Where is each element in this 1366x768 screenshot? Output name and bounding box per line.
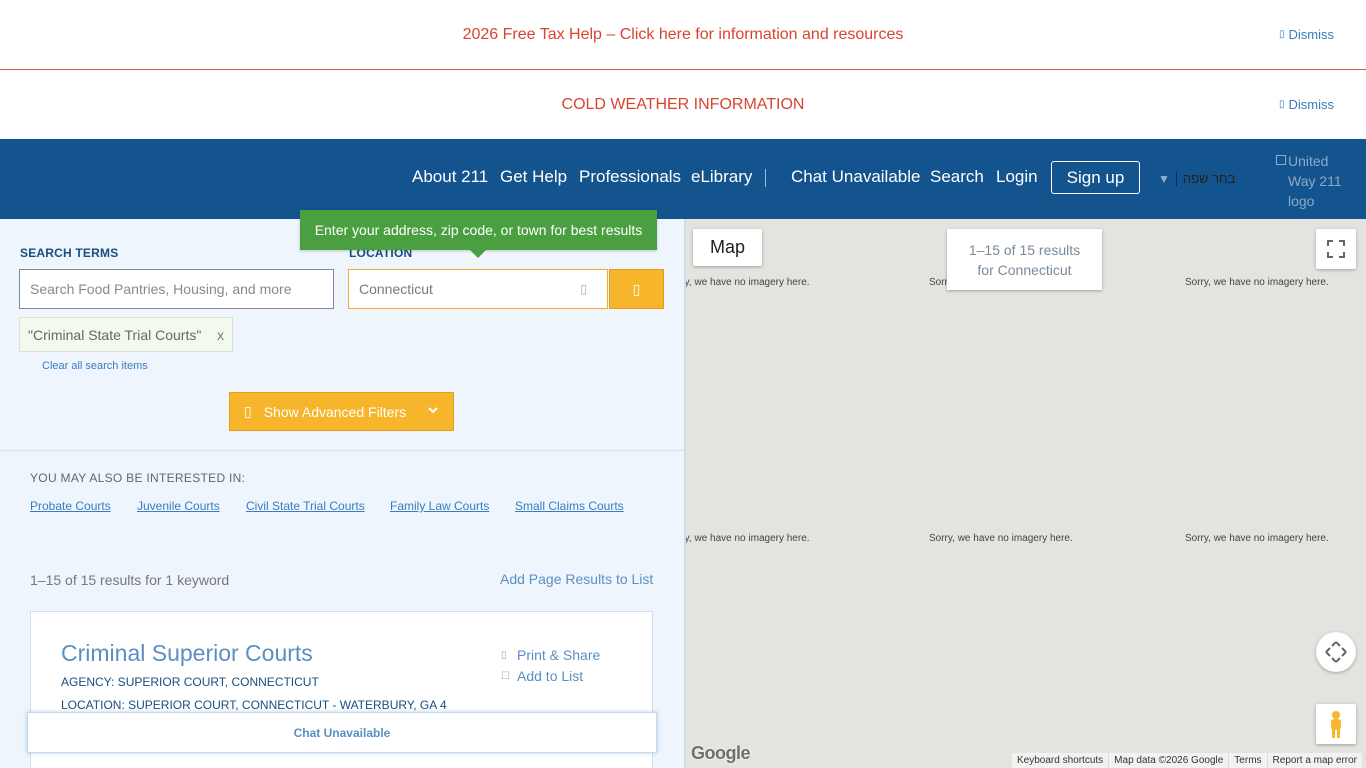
map-panel[interactable]: rry, we have no imagery here. Sorr Sorry…: [686, 219, 1366, 768]
map-results-line2: for Connecticut: [977, 261, 1072, 278]
result-title-link[interactable]: Criminal Superior Courts: [61, 640, 313, 667]
nav-elibrary[interactable]: eLibrary: [691, 167, 752, 187]
google-logo: Google: [691, 743, 751, 763]
location-input[interactable]: Connecticut ▯: [348, 269, 608, 309]
locate-icon[interactable]: ▯: [580, 282, 587, 296]
main-navbar: About 211 Get Help Professionals eLibrar…: [0, 139, 1366, 219]
section-divider: [0, 450, 684, 451]
cold-weather-banner: COLD WEATHER INFORMATION ▯ Dismiss: [0, 70, 1366, 139]
no-imagery-text: rry, we have no imagery here.: [686, 533, 810, 544]
language-selector[interactable]: ▼ בחר שפה: [1158, 171, 1235, 186]
nav-get-help[interactable]: Get Help: [500, 167, 567, 187]
related-link-juvenile[interactable]: Juvenile Courts: [137, 499, 220, 513]
no-imagery-text: Sorry, we have no imagery here.: [1185, 533, 1329, 544]
related-link-civil[interactable]: Civil State Trial Courts: [246, 499, 365, 513]
cold-weather-link[interactable]: COLD WEATHER INFORMATION: [562, 96, 805, 114]
signup-button[interactable]: Sign up: [1051, 161, 1140, 194]
print-share-label: Print & Share: [517, 647, 601, 663]
broken-image-icon: [1276, 155, 1286, 165]
nav-login[interactable]: Login: [996, 167, 1038, 187]
map-type-button[interactable]: Map: [693, 229, 762, 266]
search-term-chip: "Criminal State Trial Courts" x: [19, 317, 233, 352]
pan-control-button[interactable]: [1316, 632, 1356, 672]
language-label: בחר שפה: [1182, 171, 1236, 186]
location-tooltip: Enter your address, zip code, or town fo…: [300, 210, 657, 258]
advanced-filters-label: Show Advanced Filters: [263, 403, 407, 420]
related-link-small-claims[interactable]: Small Claims Courts: [515, 499, 624, 513]
map-data-credit: Map data ©2026 Google: [1108, 753, 1228, 768]
advanced-filters-button[interactable]: ▯ Show Advanced Filters: [229, 392, 454, 431]
logo-alt-text: United Way 211 logo: [1288, 153, 1342, 209]
clear-all-search-link[interactable]: Clear all search items: [42, 360, 148, 372]
search-terms-label: SEARCH TERMS: [20, 246, 119, 260]
map-footer: Keyboard shortcuts Map data ©2026 Google…: [1012, 753, 1363, 768]
chat-unavailable-bar[interactable]: Chat Unavailable: [27, 712, 657, 753]
caret-down-icon: ▼: [1158, 171, 1170, 186]
terms-link[interactable]: Terms: [1228, 753, 1266, 768]
add-to-list-label: Add to List: [517, 668, 584, 684]
chip-label: "Criminal State Trial Courts": [28, 326, 202, 343]
chip-remove-button[interactable]: x: [217, 327, 224, 343]
language-divider: [1175, 171, 1177, 186]
checkbox-icon: ☐: [501, 670, 510, 682]
result-agency: AGENCY: SUPERIOR COURT, CONNECTICUT: [61, 675, 319, 689]
map-results-line1: 1–15 of 15 results: [968, 241, 1081, 258]
nav-about-211[interactable]: About 211: [412, 167, 488, 187]
pan-arrows-icon: [1325, 641, 1347, 663]
print-share-button[interactable]: ▯ Print & Share: [501, 647, 600, 663]
pegman-icon: [1331, 711, 1341, 738]
no-imagery-text: Sorr: [929, 277, 948, 288]
nav-professionals[interactable]: Professionals: [579, 167, 681, 187]
close-icon: ▯: [1278, 99, 1285, 110]
dismiss-label: Dismiss: [1288, 97, 1335, 112]
search-submit-button[interactable]: ▯: [609, 269, 664, 309]
tax-help-banner: 2026 Free Tax Help – Click here for info…: [0, 0, 1366, 70]
no-imagery-text: Sorry, we have no imagery here.: [1185, 277, 1329, 288]
result-location: LOCATION: SUPERIOR COURT, CONNECTICUT - …: [61, 698, 447, 712]
interested-heading: YOU MAY ALSO BE INTERESTED IN:: [30, 471, 246, 485]
street-view-button[interactable]: [1316, 704, 1356, 744]
close-icon: ▯: [1278, 29, 1285, 40]
results-count: 1–15 of 15 results for 1 keyword: [30, 572, 230, 588]
no-imagery-text: rry, we have no imagery here.: [686, 277, 810, 288]
fullscreen-button[interactable]: [1316, 229, 1356, 269]
search-icon: ▯: [632, 280, 641, 297]
united-way-logo[interactable]: United Way 211 logo: [1276, 151, 1346, 211]
dismiss-label: Dismiss: [1288, 27, 1335, 42]
nav-chat-unavailable[interactable]: Chat Unavailable: [791, 167, 920, 187]
related-link-family[interactable]: Family Law Courts: [390, 499, 489, 513]
chevron-down-icon: [427, 404, 439, 419]
nav-search[interactable]: Search: [930, 167, 984, 187]
search-terms-input[interactable]: Search Food Pantries, Housing, and more: [19, 269, 334, 309]
report-map-error-link[interactable]: Report a map error: [1266, 753, 1362, 768]
related-link-probate[interactable]: Probate Courts: [30, 499, 111, 513]
add-to-list-button[interactable]: ☐ Add to List: [501, 668, 583, 684]
dismiss-tax-banner-button[interactable]: ▯ Dismiss: [1279, 27, 1334, 42]
add-page-results-link[interactable]: Add Page Results to List: [500, 571, 653, 587]
no-imagery-text: Sorry, we have no imagery here.: [929, 533, 1073, 544]
tax-help-link[interactable]: 2026 Free Tax Help – Click here for info…: [463, 26, 904, 44]
nav-divider: [765, 169, 766, 187]
fullscreen-icon: [1327, 240, 1345, 258]
filter-icon: ▯: [244, 403, 252, 419]
keyboard-shortcuts-link[interactable]: Keyboard shortcuts: [1012, 753, 1108, 768]
location-value: Connecticut: [359, 281, 433, 297]
map-results-summary: 1–15 of 15 results for Connecticut: [947, 229, 1102, 290]
dismiss-weather-banner-button[interactable]: ▯ Dismiss: [1279, 97, 1334, 112]
print-icon: ▯: [501, 649, 507, 661]
